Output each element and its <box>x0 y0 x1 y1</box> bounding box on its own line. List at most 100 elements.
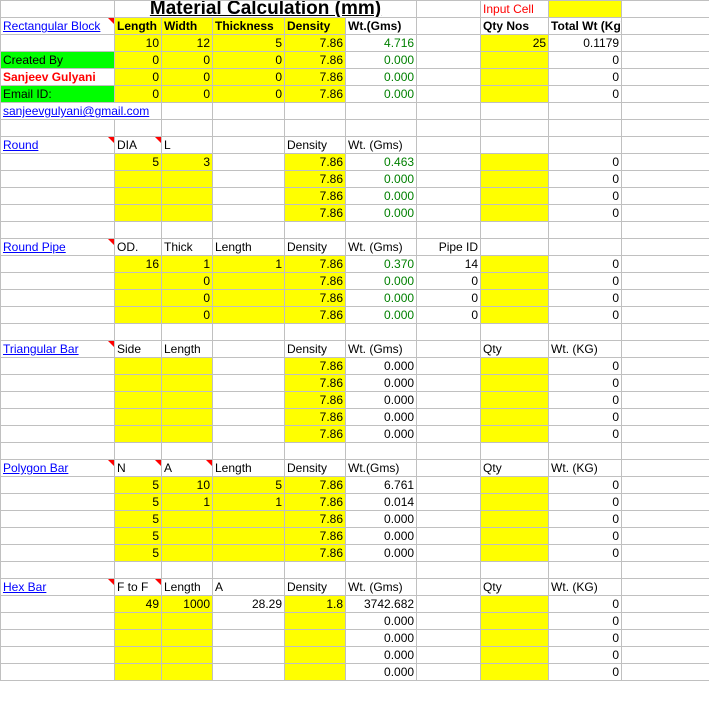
pipe-cell-2[interactable] <box>212 289 285 307</box>
hex-cell-3[interactable] <box>284 663 346 681</box>
rect-cell-3[interactable]: 7.86 <box>284 68 346 86</box>
pipe-cell-2[interactable] <box>212 306 285 324</box>
round-cell-0[interactable] <box>114 170 162 188</box>
rect-cell-1[interactable]: 0 <box>161 51 213 69</box>
hex-cell-6[interactable] <box>480 629 550 647</box>
hex-cell-0[interactable] <box>114 629 162 647</box>
rect-cell-1[interactable]: 0 <box>161 68 213 86</box>
poly-cell-6[interactable] <box>480 527 550 545</box>
tri-cell-6[interactable] <box>480 357 550 375</box>
rect-cell-6[interactable] <box>480 85 550 103</box>
rect-cell-0[interactable]: 0 <box>114 51 162 69</box>
hex-cell-1[interactable] <box>161 663 213 681</box>
round-cell-6[interactable] <box>480 170 550 188</box>
round-cell-6[interactable] <box>480 153 550 171</box>
round-cell-0[interactable] <box>114 204 162 222</box>
pipe-cell-6[interactable] <box>480 255 550 273</box>
poly-cell-1[interactable] <box>161 527 213 545</box>
hex-cell-0[interactable] <box>114 663 162 681</box>
tri-cell-6[interactable] <box>480 374 550 392</box>
poly-cell-3[interactable]: 7.86 <box>284 510 346 528</box>
pipe-cell-0[interactable] <box>114 289 162 307</box>
pipe-cell-1[interactable]: 1 <box>161 255 213 273</box>
hex-cell-0[interactable]: 49 <box>114 595 162 613</box>
poly-cell-3[interactable]: 7.86 <box>284 493 346 511</box>
pipe-cell-1[interactable]: 0 <box>161 306 213 324</box>
pipe-cell-2[interactable] <box>212 272 285 290</box>
round-cell-1[interactable]: 3 <box>161 153 213 171</box>
rect-cell-2[interactable]: 0 <box>212 85 285 103</box>
hex-cell-3[interactable] <box>284 629 346 647</box>
pipe-section-link[interactable]: Round Pipe <box>0 238 115 256</box>
rect-cell-0[interactable]: 0 <box>114 68 162 86</box>
pipe-cell-6[interactable] <box>480 289 550 307</box>
pipe-cell-3[interactable]: 7.86 <box>284 306 346 324</box>
tri-cell-1[interactable] <box>161 357 213 375</box>
rect-cell-1[interactable]: 0 <box>161 85 213 103</box>
hex-cell-1[interactable]: 1000 <box>161 595 213 613</box>
poly-cell-6[interactable] <box>480 476 550 494</box>
poly-cell-3[interactable]: 7.86 <box>284 544 346 562</box>
hex-cell-3[interactable] <box>284 612 346 630</box>
poly-cell-2[interactable]: 1 <box>212 493 285 511</box>
rect-cell-3[interactable]: 7.86 <box>284 51 346 69</box>
poly-cell-0[interactable]: 5 <box>114 527 162 545</box>
tri-cell-1[interactable] <box>161 408 213 426</box>
poly-cell-1[interactable]: 1 <box>161 493 213 511</box>
round-cell-1[interactable] <box>161 170 213 188</box>
pipe-cell-6[interactable] <box>480 272 550 290</box>
tri-cell-3[interactable]: 7.86 <box>284 357 346 375</box>
round-cell-3[interactable]: 7.86 <box>284 170 346 188</box>
poly-cell-0[interactable]: 5 <box>114 493 162 511</box>
poly-cell-0[interactable]: 5 <box>114 510 162 528</box>
tri-cell-3[interactable]: 7.86 <box>284 425 346 443</box>
poly-cell-0[interactable]: 5 <box>114 476 162 494</box>
round-cell-3[interactable]: 7.86 <box>284 153 346 171</box>
rect-cell-6[interactable]: 25 <box>480 34 550 52</box>
tri-cell-1[interactable] <box>161 374 213 392</box>
hex-cell-1[interactable] <box>161 646 213 664</box>
hex-cell-6[interactable] <box>480 595 550 613</box>
round-cell-6[interactable] <box>480 204 550 222</box>
rect-cell-2[interactable]: 5 <box>212 34 285 52</box>
pipe-cell-3[interactable]: 7.86 <box>284 255 346 273</box>
rect-cell-0[interactable]: 10 <box>114 34 162 52</box>
round-cell-1[interactable] <box>161 187 213 205</box>
poly-cell-2[interactable]: 5 <box>212 476 285 494</box>
tri-cell-1[interactable] <box>161 391 213 409</box>
pipe-cell-0[interactable]: 16 <box>114 255 162 273</box>
poly-cell-3[interactable]: 7.86 <box>284 527 346 545</box>
tri-cell-1[interactable] <box>161 425 213 443</box>
round-cell-0[interactable]: 5 <box>114 153 162 171</box>
pipe-cell-2[interactable]: 1 <box>212 255 285 273</box>
tri-cell-3[interactable]: 7.86 <box>284 408 346 426</box>
hex-cell-6[interactable] <box>480 663 550 681</box>
round-cell-3[interactable]: 7.86 <box>284 204 346 222</box>
tri-cell-3[interactable]: 7.86 <box>284 391 346 409</box>
rect-cell-3[interactable]: 7.86 <box>284 85 346 103</box>
tri-cell-0[interactable] <box>114 391 162 409</box>
pipe-cell-3[interactable]: 7.86 <box>284 289 346 307</box>
poly-cell-6[interactable] <box>480 544 550 562</box>
round-section-link[interactable]: Round <box>0 136 115 154</box>
tri-cell-6[interactable] <box>480 391 550 409</box>
rect-cell-2[interactable]: 0 <box>212 68 285 86</box>
round-cell-1[interactable] <box>161 204 213 222</box>
tri-cell-0[interactable] <box>114 425 162 443</box>
tri-section-link[interactable]: Triangular Bar <box>0 340 115 358</box>
poly-cell-1[interactable]: 10 <box>161 476 213 494</box>
pipe-cell-1[interactable]: 0 <box>161 289 213 307</box>
round-cell-6[interactable] <box>480 187 550 205</box>
poly-cell-0[interactable]: 5 <box>114 544 162 562</box>
poly-cell-1[interactable] <box>161 510 213 528</box>
tri-cell-6[interactable] <box>480 425 550 443</box>
poly-cell-1[interactable] <box>161 544 213 562</box>
hex-cell-0[interactable] <box>114 646 162 664</box>
pipe-cell-6[interactable] <box>480 306 550 324</box>
rect-cell-2[interactable]: 0 <box>212 51 285 69</box>
rect-cell-6[interactable] <box>480 68 550 86</box>
tri-cell-0[interactable] <box>114 408 162 426</box>
poly-section-link[interactable]: Polygon Bar <box>0 459 115 477</box>
hex-cell-3[interactable]: 1.8 <box>284 595 346 613</box>
rect-cell-0[interactable]: 0 <box>114 85 162 103</box>
